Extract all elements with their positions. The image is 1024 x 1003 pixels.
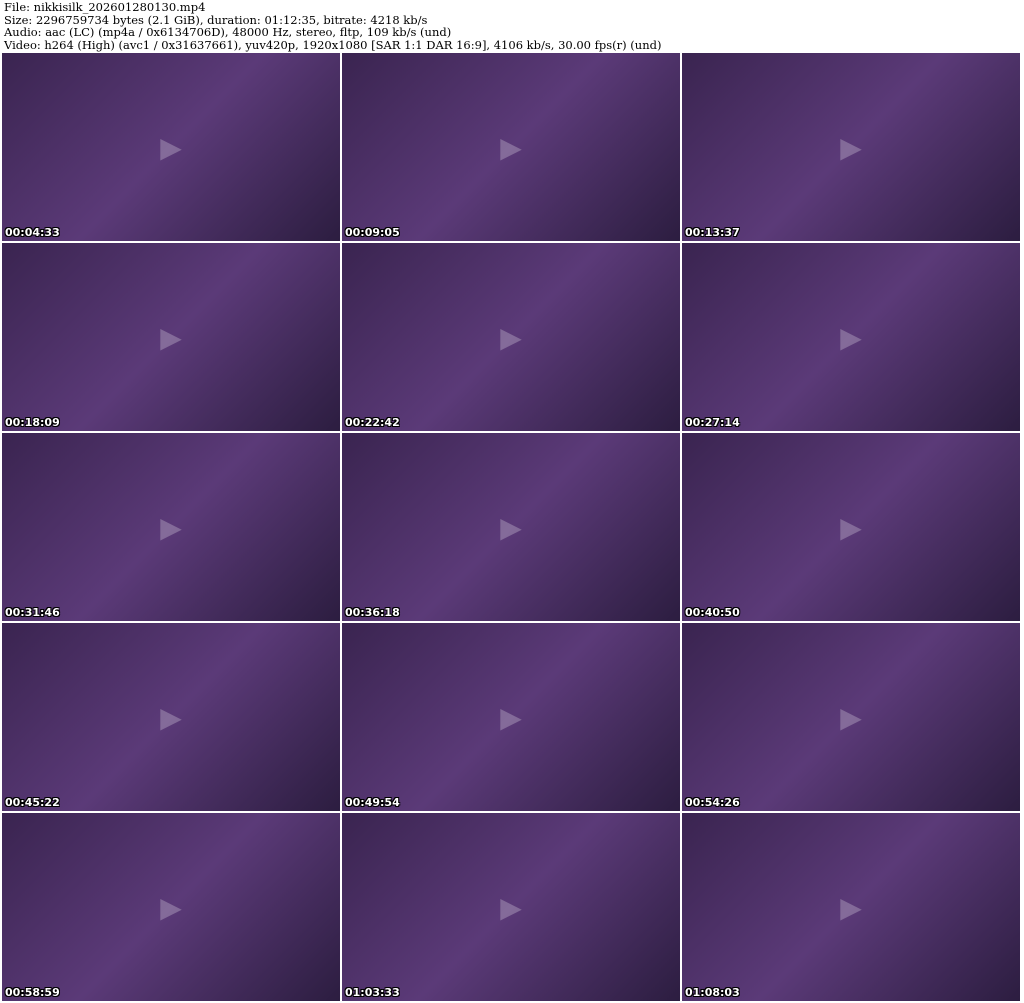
video-frame-placeholder-icon: ▶: [840, 510, 862, 544]
video-frame-placeholder-icon: ▶: [500, 700, 522, 734]
file-info-header: File: nikkisilk_202601280130.mp4 Size: 2…: [4, 1, 661, 51]
timestamp-label: 00:18:09: [5, 416, 60, 429]
thumbnail-frame: ▶ 00:36:18: [342, 433, 680, 621]
video-frame-placeholder-icon: ▶: [840, 320, 862, 354]
video-frame-placeholder-icon: ▶: [160, 890, 182, 924]
video-frame-placeholder-icon: ▶: [840, 130, 862, 164]
timestamp-label: 00:04:33: [5, 226, 60, 239]
thumbnail-grid: ▶ 00:04:33 ▶ 00:09:05 ▶ 00:13:37 ▶ 00:18:09 ▶ 00:…: [2, 53, 1020, 1001]
video-frame-placeholder-icon: ▶: [500, 890, 522, 924]
thumbnail-frame: ▶ 00:22:42: [342, 243, 680, 431]
timestamp-label: 00:58:59: [5, 986, 60, 999]
video-frame-placeholder-icon: ▶: [500, 320, 522, 354]
timestamp-label: 00:45:22: [5, 796, 60, 809]
video-frame-placeholder-icon: ▶: [840, 700, 862, 734]
timestamp-label: 00:13:37: [685, 226, 740, 239]
thumbnail-frame: ▶ 00:27:14: [682, 243, 1020, 431]
video-frame-placeholder-icon: ▶: [160, 700, 182, 734]
file-name: File: nikkisilk_202601280130.mp4: [4, 0, 206, 14]
thumbnail-frame: ▶ 00:09:05: [342, 53, 680, 241]
timestamp-label: 00:36:18: [345, 606, 400, 619]
timestamp-label: 00:31:46: [5, 606, 60, 619]
thumbnail-frame: ▶ 00:13:37: [682, 53, 1020, 241]
video-frame-placeholder-icon: ▶: [160, 510, 182, 544]
thumbnail-frame: ▶ 00:40:50: [682, 433, 1020, 621]
audio-info: Audio: aac (LC) (mp4a / 0x6134706D), 480…: [4, 25, 452, 39]
thumbnail-frame: ▶ 00:04:33: [2, 53, 340, 241]
timestamp-label: 00:22:42: [345, 416, 400, 429]
video-info: Video: h264 (High) (avc1 / 0x31637661), …: [4, 37, 662, 52]
thumbnail-frame: ▶ 00:31:46: [2, 433, 340, 621]
video-frame-placeholder-icon: ▶: [160, 320, 182, 354]
timestamp-label: 00:40:50: [685, 606, 740, 619]
timestamp-label: 00:49:54: [345, 796, 400, 809]
timestamp-label: 01:08:03: [685, 986, 740, 999]
thumbnail-frame: ▶ 01:08:03: [682, 813, 1020, 1001]
timestamp-label: 00:54:26: [685, 796, 740, 809]
video-frame-placeholder-icon: ▶: [160, 130, 182, 164]
timestamp-label: 01:03:33: [345, 986, 400, 999]
video-frame-placeholder-icon: ▶: [840, 890, 862, 924]
thumbnail-frame: ▶ 00:58:59: [2, 813, 340, 1001]
thumbnail-frame: ▶ 00:54:26: [682, 623, 1020, 811]
timestamp-label: 00:09:05: [345, 226, 400, 239]
thumbnail-frame: ▶ 00:49:54: [342, 623, 680, 811]
thumbnail-frame: ▶ 01:03:33: [342, 813, 680, 1001]
video-frame-placeholder-icon: ▶: [500, 510, 522, 544]
timestamp-label: 00:27:14: [685, 416, 740, 429]
thumbnail-frame: ▶ 00:45:22: [2, 623, 340, 811]
thumbnail-frame: ▶ 00:18:09: [2, 243, 340, 431]
video-frame-placeholder-icon: ▶: [500, 130, 522, 164]
